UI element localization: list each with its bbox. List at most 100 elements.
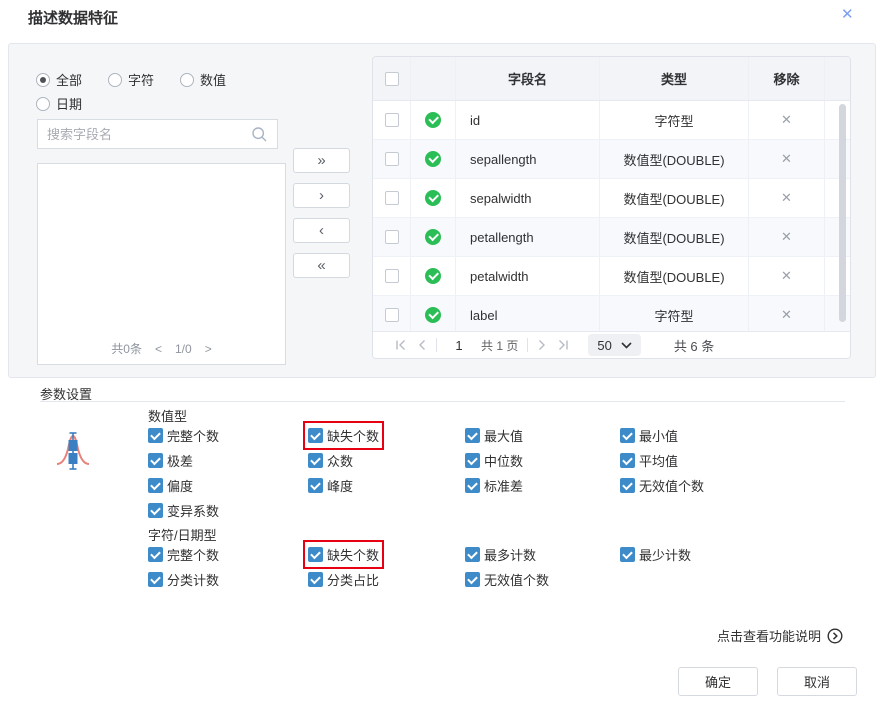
checkbox-missing-count-char[interactable]: 缺失个数	[308, 545, 379, 564]
status-ok-icon	[425, 268, 441, 284]
checkbox-label: 平均值	[639, 451, 678, 470]
cancel-button[interactable]: 取消	[777, 667, 857, 696]
move-all-left-button[interactable]: «	[293, 253, 350, 278]
checkbox-missing-count[interactable]: 缺失个数	[308, 426, 379, 445]
radio-date[interactable]: 日期	[36, 94, 82, 113]
move-left-button[interactable]: ‹	[293, 218, 350, 243]
checkbox-icon[interactable]	[308, 572, 323, 587]
checkbox-icon[interactable]	[465, 428, 480, 443]
checkbox-complete-count[interactable]: 完整个数	[148, 426, 219, 445]
remove-icon[interactable]: ✕	[781, 229, 792, 245]
checkbox-max-value[interactable]: 最大值	[465, 426, 523, 445]
checkbox-icon[interactable]	[620, 428, 635, 443]
radio-all[interactable]: 全部	[36, 70, 82, 89]
checkbox-icon[interactable]	[620, 453, 635, 468]
checkbox-icon[interactable]	[308, 428, 323, 443]
source-list-pager: 共0条 < 1/0 >	[38, 340, 285, 357]
radio-numeric[interactable]: 数值	[180, 70, 226, 89]
checkbox-std-dev[interactable]: 标准差	[465, 476, 523, 495]
checkbox-icon[interactable]	[620, 547, 635, 562]
field-type: 数值型(DOUBLE)	[600, 179, 749, 217]
pager-first-icon[interactable]	[395, 339, 408, 351]
selected-fields-table: 字段名 类型 移除 id 字符型 ✕ sepallength 数值型(DOUBL…	[372, 56, 851, 359]
status-ok-icon	[425, 307, 441, 323]
pager-last-icon[interactable]	[556, 339, 569, 351]
checkbox-icon[interactable]	[148, 428, 163, 443]
radio-numeric-dot[interactable]	[180, 73, 194, 87]
move-right-button[interactable]: ›	[293, 183, 350, 208]
source-list-total: 共0条	[111, 340, 142, 357]
help-link[interactable]: 点击查看功能说明	[717, 626, 843, 645]
numeric-group-title: 数值型	[148, 406, 187, 425]
row-checkbox[interactable]	[385, 269, 399, 283]
close-icon[interactable]: ✕	[841, 5, 854, 23]
checkbox-icon[interactable]	[465, 572, 480, 587]
search-icon[interactable]	[251, 126, 268, 143]
header-status-cell	[411, 57, 456, 100]
chevron-down-icon	[621, 342, 632, 349]
field-type: 数值型(DOUBLE)	[600, 140, 749, 178]
checkbox-median[interactable]: 中位数	[465, 451, 523, 470]
checkbox-invalid-count[interactable]: 无效值个数	[620, 476, 704, 495]
checkbox-icon[interactable]	[148, 572, 163, 587]
checkbox-range[interactable]: 极差	[148, 451, 193, 470]
row-checkbox[interactable]	[385, 191, 399, 205]
table-row: sepalwidth 数值型(DOUBLE) ✕	[373, 179, 850, 218]
checkbox-label: 最多计数	[484, 545, 536, 564]
checkbox-category-ratio[interactable]: 分类占比	[308, 570, 379, 589]
remove-icon[interactable]: ✕	[781, 112, 792, 128]
checkbox-icon[interactable]	[465, 547, 480, 562]
checkbox-mean[interactable]: 平均值	[620, 451, 678, 470]
remove-icon[interactable]: ✕	[781, 151, 792, 167]
radio-char-dot[interactable]	[108, 73, 122, 87]
row-checkbox[interactable]	[385, 230, 399, 244]
radio-char[interactable]: 字符	[108, 70, 154, 89]
page-size-select[interactable]: 50	[588, 334, 640, 356]
checkbox-icon[interactable]	[620, 478, 635, 493]
select-all-checkbox[interactable]	[385, 72, 399, 86]
checkbox-icon[interactable]	[148, 478, 163, 493]
table-scrollbar-thumb[interactable]	[839, 104, 846, 322]
checkbox-complete-count-char[interactable]: 完整个数	[148, 545, 219, 564]
checkbox-icon[interactable]	[148, 453, 163, 468]
row-checkbox[interactable]	[385, 308, 399, 322]
checkbox-icon[interactable]	[308, 453, 323, 468]
source-pager-next[interactable]: >	[205, 342, 212, 356]
checkbox-least-count[interactable]: 最少计数	[620, 545, 691, 564]
checkbox-label: 分类计数	[167, 570, 219, 589]
checkbox-label: 分类占比	[327, 570, 379, 589]
remove-icon[interactable]: ✕	[781, 268, 792, 284]
search-input[interactable]	[47, 127, 251, 142]
source-field-list[interactable]: 共0条 < 1/0 >	[37, 163, 286, 365]
checkbox-category-count[interactable]: 分类计数	[148, 570, 219, 589]
checkbox-icon[interactable]	[308, 547, 323, 562]
checkbox-icon[interactable]	[465, 478, 480, 493]
move-all-right-button[interactable]: »	[293, 148, 350, 173]
checkbox-invalid-count-char[interactable]: 无效值个数	[465, 570, 549, 589]
status-ok-icon	[425, 151, 441, 167]
pager-next-icon[interactable]	[537, 339, 547, 351]
remove-icon[interactable]: ✕	[781, 190, 792, 206]
radio-all-dot[interactable]	[36, 73, 50, 87]
status-ok-icon	[425, 229, 441, 245]
pager-prev-icon[interactable]	[417, 339, 427, 351]
pager-total-pages: 共 1 页	[481, 337, 518, 354]
row-checkbox[interactable]	[385, 113, 399, 127]
checkbox-icon[interactable]	[308, 478, 323, 493]
checkbox-min-value[interactable]: 最小值	[620, 426, 678, 445]
checkbox-mode[interactable]: 众数	[308, 451, 353, 470]
checkbox-label: 变异系数	[167, 501, 219, 520]
checkbox-icon[interactable]	[148, 547, 163, 562]
checkbox-icon[interactable]	[148, 503, 163, 518]
checkbox-icon[interactable]	[465, 453, 480, 468]
checkbox-most-count[interactable]: 最多计数	[465, 545, 536, 564]
row-checkbox[interactable]	[385, 152, 399, 166]
pager-current-page[interactable]: 1	[446, 338, 472, 353]
ok-button[interactable]: 确定	[678, 667, 758, 696]
checkbox-skewness[interactable]: 偏度	[148, 476, 193, 495]
radio-date-dot[interactable]	[36, 97, 50, 111]
checkbox-kurtosis[interactable]: 峰度	[308, 476, 353, 495]
remove-icon[interactable]: ✕	[781, 307, 792, 323]
checkbox-coefficient-of-variation[interactable]: 变异系数	[148, 501, 219, 520]
source-pager-prev[interactable]: <	[155, 342, 162, 356]
